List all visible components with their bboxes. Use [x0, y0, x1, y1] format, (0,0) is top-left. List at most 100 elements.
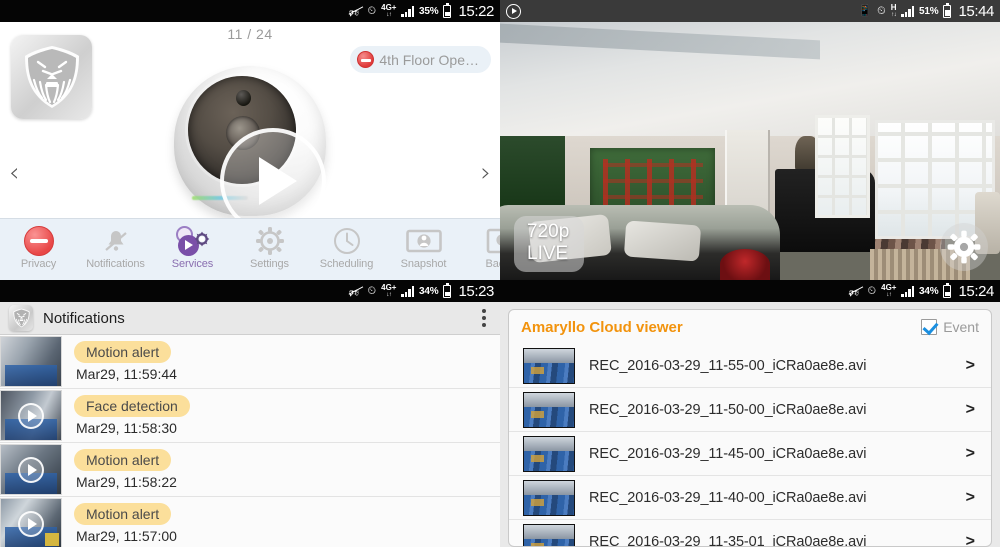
- gear-icon: [231, 224, 308, 257]
- recording-play-icon: [506, 3, 521, 19]
- recording-filename: REC_2016-03-29_11-50-00_iCRa0ae8e.avi: [589, 401, 867, 418]
- background-icon: [462, 224, 500, 257]
- camera-device-illustration[interactable]: [174, 66, 326, 234]
- notification-timestamp: Mar29, 11:58:22: [76, 474, 177, 490]
- notification-text: Motion alert Mar29, 11:57:00: [74, 503, 177, 544]
- list-item[interactable]: Motion alert Mar29, 11:58:22: [0, 443, 500, 497]
- signal-icon: [401, 285, 415, 297]
- battery-percent-label: 51%: [919, 5, 939, 17]
- mute-icon: [349, 4, 363, 23]
- notifications-list[interactable]: Motion alert Mar29, 11:59:44 Face detect…: [0, 335, 500, 547]
- recording-thumbnail: [523, 347, 575, 384]
- statusbar-device-carousel: ⏲ 4G+ ↓↑ 35% 15:22: [0, 0, 500, 23]
- live-video-feed[interactable]: 720p LIVE: [500, 22, 1000, 280]
- chevron-right-icon[interactable]: >: [966, 445, 979, 463]
- toolbar-label-background: Backg: [485, 258, 500, 270]
- no-entry-icon: [0, 224, 77, 257]
- notification-text: Motion alert Mar29, 11:59:44: [74, 341, 177, 382]
- toolbar-label-services: Services: [171, 258, 214, 270]
- alarm-icon: ⏲: [867, 284, 877, 297]
- device-name-label: 4th Floor Ope…: [379, 51, 479, 68]
- device-stage: 11 / 24 4th Floor Ope… ‹ ›: [0, 22, 500, 234]
- battery-icon: [443, 282, 452, 298]
- network-4g-icon: 4G+ ↓↑: [381, 3, 397, 19]
- list-item[interactable]: Face detection Mar29, 11:58:30: [0, 389, 500, 443]
- toolbar-item-notifications[interactable]: Notifications: [77, 224, 154, 270]
- statusbar-live-view: 📱 ⏲ H ↑↓ 51% 15:44: [500, 0, 1000, 22]
- battery-percent-label: 34%: [419, 285, 439, 297]
- notification-thumbnail[interactable]: [0, 390, 62, 441]
- toolbar-label-privacy: Privacy: [20, 258, 57, 270]
- mute-icon: [349, 284, 363, 303]
- device-carousel-body: 11 / 24 4th Floor Ope… ‹ › Privacy Notif…: [0, 22, 500, 280]
- list-item[interactable]: REC_2016-03-29_11-45-00_iCRa0ae8e.avi >: [509, 432, 991, 476]
- recording-filename: REC_2016-03-29_11-35-01_iCRa0ae8e.avi: [589, 533, 867, 547]
- chevron-right-icon[interactable]: >: [966, 533, 979, 547]
- statusbar-right-cluster: ⏲ 4G+ ↓↑ 35% 15:22: [349, 2, 494, 23]
- statusbar-right-cluster: ⏲ 4G+ ↓↑ 34% 15:23: [349, 282, 494, 303]
- play-icon[interactable]: [18, 402, 44, 429]
- notification-timestamp: Mar29, 11:59:44: [76, 366, 177, 382]
- play-icon[interactable]: [18, 456, 44, 483]
- toolbar-item-scheduling[interactable]: Scheduling: [308, 224, 385, 270]
- list-item[interactable]: REC_2016-03-29_11-40-00_iCRa0ae8e.avi >: [509, 476, 991, 520]
- resolution-live-badge[interactable]: 720p LIVE: [514, 216, 585, 272]
- recording-thumbnail: [523, 523, 575, 546]
- recording-thumbnail: [523, 435, 575, 472]
- signal-icon: [901, 5, 915, 17]
- carousel-prev-arrow[interactable]: ‹: [9, 160, 19, 186]
- status-badge: Motion alert: [74, 503, 172, 525]
- live-label: LIVE: [527, 243, 569, 265]
- tiger-shield-icon: [12, 308, 30, 328]
- overflow-menu-icon[interactable]: [477, 305, 491, 331]
- notification-thumbnail[interactable]: [0, 498, 62, 547]
- battery-percent-label: 34%: [919, 285, 939, 297]
- battery-icon: [943, 2, 952, 18]
- toolbar-label-notifications: Notifications: [86, 258, 145, 270]
- carousel-next-arrow[interactable]: ›: [481, 160, 491, 186]
- statusbar-notifications: ⏲ 4G+ ↓↑ 34% 15:23: [0, 280, 500, 303]
- notification-thumbnail[interactable]: [0, 336, 62, 387]
- notification-thumbnail[interactable]: [0, 444, 62, 495]
- battery-percent-label: 35%: [419, 5, 439, 17]
- tiger-shield-logo: [9, 305, 33, 331]
- clock-label: 15:22: [458, 2, 494, 20]
- toolbar-label-scheduling: Scheduling: [319, 258, 374, 270]
- phone-vibrate-icon: 📱: [858, 4, 873, 17]
- chevron-right-icon[interactable]: >: [966, 489, 979, 507]
- device-name-badge[interactable]: 4th Floor Ope…: [350, 46, 491, 73]
- recording-file-list[interactable]: REC_2016-03-29_11-55-00_iCRa0ae8e.avi > …: [509, 344, 991, 546]
- toolbar-item-snapshot[interactable]: Snapshot: [385, 224, 462, 270]
- battery-icon: [943, 282, 952, 298]
- list-item[interactable]: REC_2016-03-29_11-50-00_iCRa0ae8e.avi >: [509, 388, 991, 432]
- notification-timestamp: Mar29, 11:58:30: [76, 420, 177, 436]
- list-item[interactable]: REC_2016-03-29_11-35-01_iCRa0ae8e.avi >: [509, 520, 991, 546]
- panel-device-carousel: ⏲ 4G+ ↓↑ 35% 15:22 11 / 24: [0, 0, 500, 280]
- list-item[interactable]: Motion alert Mar29, 11:57:00: [0, 497, 500, 547]
- chevron-right-icon[interactable]: >: [966, 401, 979, 419]
- notifications-header: Notifications: [0, 302, 500, 335]
- play-icon[interactable]: [18, 510, 44, 537]
- event-filter-checkbox[interactable]: Event: [921, 319, 979, 335]
- toolbar-item-settings[interactable]: Settings: [231, 224, 308, 270]
- clock-label: 15:44: [958, 2, 994, 20]
- gear-icon[interactable]: [940, 223, 988, 271]
- toolbar-item-background[interactable]: Backg: [462, 224, 500, 270]
- signal-icon: [901, 285, 915, 297]
- status-badge: Motion alert: [74, 449, 172, 471]
- alarm-icon: ⏲: [877, 4, 886, 17]
- chevron-right-icon[interactable]: >: [966, 357, 979, 375]
- list-item[interactable]: Motion alert Mar29, 11:59:44: [0, 335, 500, 389]
- mute-icon: [849, 284, 863, 303]
- camera-sensor-dot: [236, 90, 251, 106]
- list-item[interactable]: REC_2016-03-29_11-55-00_iCRa0ae8e.avi >: [509, 344, 991, 388]
- alarm-icon: ⏲: [367, 4, 377, 17]
- recording-filename: REC_2016-03-29_11-40-00_iCRa0ae8e.avi: [589, 489, 867, 506]
- tiger-shield-icon: [24, 46, 79, 108]
- panel-cloud-viewer: ⏲ 4G+ ↓↑ 34% 15:24 Amaryllo Cloud viewer…: [500, 280, 1000, 547]
- checkbox-icon[interactable]: [921, 319, 938, 335]
- notification-text: Face detection Mar29, 11:58:30: [74, 395, 190, 436]
- toolbar-item-privacy[interactable]: Privacy: [0, 224, 77, 270]
- recording-thumbnail: [523, 479, 575, 516]
- toolbar-item-services[interactable]: Services: [154, 224, 231, 270]
